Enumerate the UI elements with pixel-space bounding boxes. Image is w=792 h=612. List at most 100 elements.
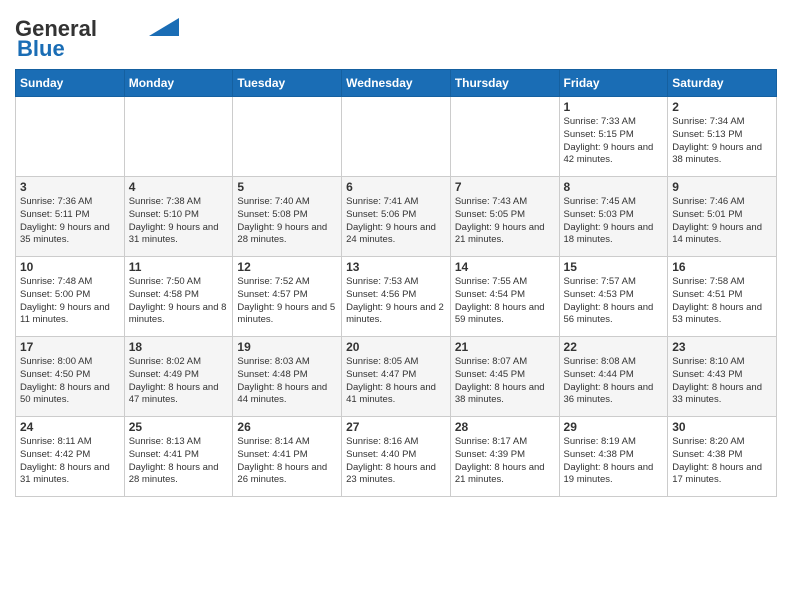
day-cell-18: 18 Sunrise: 8:02 AM Sunset: 4:49 PM Dayli…	[124, 337, 233, 417]
day-number: 25	[129, 420, 229, 434]
empty-cell	[233, 97, 342, 177]
day-info: Sunrise: 7:40 AM Sunset: 5:08 PM Dayligh…	[237, 196, 337, 247]
day-info: Sunrise: 8:13 AM Sunset: 4:41 PM Dayligh…	[129, 436, 229, 487]
day-cell-19: 19Sunrise: 8:03 AM Sunset: 4:48 PM Dayli…	[233, 337, 342, 417]
day-cell-28: 28 Sunrise: 8:17 AM Sunset: 4:39 PM Dayli…	[450, 417, 559, 497]
day-number: 21	[455, 340, 555, 354]
day-cell-30: 30 Sunrise: 8:20 AM Sunset: 4:38 PM Dayli…	[668, 417, 777, 497]
empty-cell	[342, 97, 451, 177]
day-cell-13: 13 Sunrise: 7:53 AM Sunset: 4:56 PM Dayli…	[342, 257, 451, 337]
day-info: Sunrise: 8:14 AM Sunset: 4:41 PM Dayligh…	[237, 436, 337, 487]
day-info: Sunrise: 8:00 AM Sunset: 4:50 PM Dayligh…	[20, 356, 120, 407]
day-info: Sunrise: 7:52 AM Sunset: 4:57 PM Dayligh…	[237, 276, 337, 327]
day-cell-1: 1 Sunrise: 7:33 AM Sunset: 5:15 PM Daylig…	[559, 97, 668, 177]
day-info: Sunrise: 7:58 AM Sunset: 4:51 PM Dayligh…	[672, 276, 772, 327]
day-info: Sunrise: 7:43 AM Sunset: 5:05 PM Dayligh…	[455, 196, 555, 247]
day-info: Sunrise: 7:57 AM Sunset: 4:53 PM Dayligh…	[564, 276, 664, 327]
logo: General Blue	[15, 18, 179, 61]
day-number: 28	[455, 420, 555, 434]
day-cell-17: 17Sunrise: 8:00 AM Sunset: 4:50 PM Dayli…	[16, 337, 125, 417]
day-info: Sunrise: 8:08 AM Sunset: 4:44 PM Dayligh…	[564, 356, 664, 407]
day-number: 22	[564, 340, 664, 354]
week-row-5: 24 Sunrise: 8:11 AM Sunset: 4:42 PM Dayli…	[16, 417, 777, 497]
day-number: 5	[237, 180, 337, 194]
day-number: 12	[237, 260, 337, 274]
day-info: Sunrise: 8:19 AM Sunset: 4:38 PM Dayligh…	[564, 436, 664, 487]
day-cell-24: 24 Sunrise: 8:11 AM Sunset: 4:42 PM Dayli…	[16, 417, 125, 497]
week-row-1: 1 Sunrise: 7:33 AM Sunset: 5:15 PM Daylig…	[16, 97, 777, 177]
empty-cell	[16, 97, 125, 177]
day-number: 13	[346, 260, 446, 274]
day-info: Sunrise: 7:53 AM Sunset: 4:56 PM Dayligh…	[346, 276, 446, 327]
day-info: Sunrise: 7:55 AM Sunset: 4:54 PM Dayligh…	[455, 276, 555, 327]
day-cell-16: 16 Sunrise: 7:58 AM Sunset: 4:51 PM Dayli…	[668, 257, 777, 337]
day-number: 4	[129, 180, 229, 194]
day-cell-22: 22 Sunrise: 8:08 AM Sunset: 4:44 PM Dayli…	[559, 337, 668, 417]
day-cell-29: 29 Sunrise: 8:19 AM Sunset: 4:38 PM Dayli…	[559, 417, 668, 497]
day-info: Sunrise: 8:07 AM Sunset: 4:45 PM Dayligh…	[455, 356, 555, 407]
day-cell-8: 8 Sunrise: 7:45 AM Sunset: 5:03 PM Daylig…	[559, 177, 668, 257]
day-cell-26: 26 Sunrise: 8:14 AM Sunset: 4:41 PM Dayli…	[233, 417, 342, 497]
day-info: Sunrise: 8:10 AM Sunset: 4:43 PM Dayligh…	[672, 356, 772, 407]
day-info: Sunrise: 7:34 AM Sunset: 5:13 PM Dayligh…	[672, 116, 772, 167]
calendar-table: SundayMondayTuesdayWednesdayThursdayFrid…	[15, 69, 777, 497]
day-info: Sunrise: 7:48 AM Sunset: 5:00 PM Dayligh…	[20, 276, 120, 327]
day-number: 8	[564, 180, 664, 194]
day-info: Sunrise: 7:46 AM Sunset: 5:01 PM Dayligh…	[672, 196, 772, 247]
day-number: 15	[564, 260, 664, 274]
day-cell-21: 21 Sunrise: 8:07 AM Sunset: 4:45 PM Dayli…	[450, 337, 559, 417]
day-cell-12: 12 Sunrise: 7:52 AM Sunset: 4:57 PM Dayli…	[233, 257, 342, 337]
day-cell-23: 23Sunrise: 8:10 AM Sunset: 4:43 PM Dayli…	[668, 337, 777, 417]
week-row-2: 3Sunrise: 7:36 AM Sunset: 5:11 PM Daylig…	[16, 177, 777, 257]
day-number: 29	[564, 420, 664, 434]
day-info: Sunrise: 8:17 AM Sunset: 4:39 PM Dayligh…	[455, 436, 555, 487]
day-number: 24	[20, 420, 120, 434]
day-cell-6: 6 Sunrise: 7:41 AM Sunset: 5:06 PM Daylig…	[342, 177, 451, 257]
empty-cell	[124, 97, 233, 177]
weekday-header-tuesday: Tuesday	[233, 70, 342, 97]
day-number: 9	[672, 180, 772, 194]
weekday-header-thursday: Thursday	[450, 70, 559, 97]
day-number: 18	[129, 340, 229, 354]
day-number: 16	[672, 260, 772, 274]
day-info: Sunrise: 7:41 AM Sunset: 5:06 PM Dayligh…	[346, 196, 446, 247]
day-info: Sunrise: 7:45 AM Sunset: 5:03 PM Dayligh…	[564, 196, 664, 247]
day-info: Sunrise: 8:20 AM Sunset: 4:38 PM Dayligh…	[672, 436, 772, 487]
day-number: 26	[237, 420, 337, 434]
logo-blue: Blue	[17, 36, 65, 61]
day-info: Sunrise: 8:02 AM Sunset: 4:49 PM Dayligh…	[129, 356, 229, 407]
day-number: 2	[672, 100, 772, 114]
weekday-header-wednesday: Wednesday	[342, 70, 451, 97]
weekday-header-saturday: Saturday	[668, 70, 777, 97]
weekday-header-friday: Friday	[559, 70, 668, 97]
day-cell-20: 20 Sunrise: 8:05 AM Sunset: 4:47 PM Dayli…	[342, 337, 451, 417]
day-cell-25: 25 Sunrise: 8:13 AM Sunset: 4:41 PM Dayli…	[124, 417, 233, 497]
day-info: Sunrise: 8:16 AM Sunset: 4:40 PM Dayligh…	[346, 436, 446, 487]
day-number: 1	[564, 100, 664, 114]
day-number: 27	[346, 420, 446, 434]
day-cell-4: 4 Sunrise: 7:38 AM Sunset: 5:10 PM Daylig…	[124, 177, 233, 257]
week-row-3: 10Sunrise: 7:48 AM Sunset: 5:00 PM Dayli…	[16, 257, 777, 337]
day-cell-10: 10Sunrise: 7:48 AM Sunset: 5:00 PM Dayli…	[16, 257, 125, 337]
day-number: 6	[346, 180, 446, 194]
day-number: 3	[20, 180, 120, 194]
day-cell-27: 27 Sunrise: 8:16 AM Sunset: 4:40 PM Dayli…	[342, 417, 451, 497]
weekday-header-monday: Monday	[124, 70, 233, 97]
day-info: Sunrise: 7:50 AM Sunset: 4:58 PM Dayligh…	[129, 276, 229, 327]
day-number: 20	[346, 340, 446, 354]
day-info: Sunrise: 7:38 AM Sunset: 5:10 PM Dayligh…	[129, 196, 229, 247]
day-info: Sunrise: 8:11 AM Sunset: 4:42 PM Dayligh…	[20, 436, 120, 487]
day-cell-7: 7 Sunrise: 7:43 AM Sunset: 5:05 PM Daylig…	[450, 177, 559, 257]
week-row-4: 17Sunrise: 8:00 AM Sunset: 4:50 PM Dayli…	[16, 337, 777, 417]
weekday-header-sunday: Sunday	[16, 70, 125, 97]
day-cell-11: 11Sunrise: 7:50 AM Sunset: 4:58 PM Dayli…	[124, 257, 233, 337]
empty-cell	[450, 97, 559, 177]
day-cell-3: 3Sunrise: 7:36 AM Sunset: 5:11 PM Daylig…	[16, 177, 125, 257]
day-info: Sunrise: 7:33 AM Sunset: 5:15 PM Dayligh…	[564, 116, 664, 167]
day-cell-14: 14Sunrise: 7:55 AM Sunset: 4:54 PM Dayli…	[450, 257, 559, 337]
day-number: 7	[455, 180, 555, 194]
day-cell-2: 2 Sunrise: 7:34 AM Sunset: 5:13 PM Daylig…	[668, 97, 777, 177]
day-number: 30	[672, 420, 772, 434]
day-number: 19	[237, 340, 337, 354]
day-info: Sunrise: 8:05 AM Sunset: 4:47 PM Dayligh…	[346, 356, 446, 407]
